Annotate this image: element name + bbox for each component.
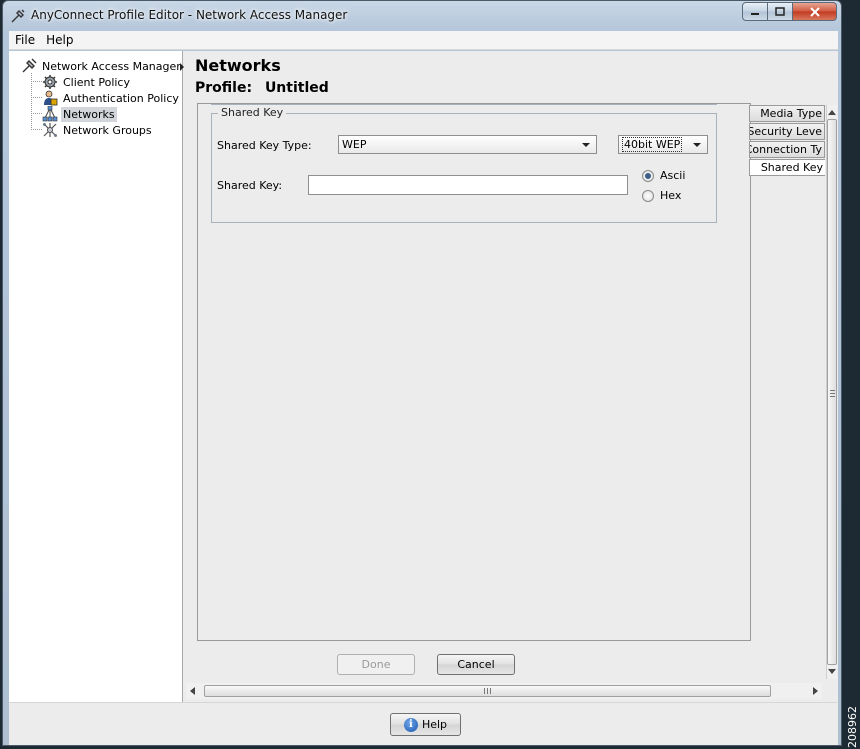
profile-heading: Profile: Untitled <box>195 80 329 96</box>
tree-item-networks[interactable]: Networks <box>42 106 117 122</box>
tree-connector <box>31 129 42 130</box>
info-icon: i <box>403 717 418 732</box>
tab-security-level[interactable]: Security Leve <box>749 123 825 140</box>
editor-pane: Networks Profile: Untitled Shared Key Sh… <box>184 51 838 702</box>
hex-radio[interactable]: Hex <box>642 189 681 202</box>
tree-item-authentication-policy[interactable]: Authentication Policy <box>42 90 181 106</box>
shared-key-type-dropdown[interactable]: WEP <box>338 135 597 154</box>
window-controls <box>742 2 837 21</box>
scroll-left-icon[interactable] <box>190 687 195 695</box>
menu-help[interactable]: Help <box>41 33 78 47</box>
close-icon <box>809 6 820 17</box>
gear-icon <box>43 75 57 89</box>
title-bar[interactable]: AnyConnect Profile Editor - Network Acce… <box>3 1 841 30</box>
ascii-label: Ascii <box>660 169 686 182</box>
config-tabs: Media Type Security Leve Connection Ty S… <box>749 105 825 176</box>
horizontal-scrollbar[interactable] <box>186 683 822 699</box>
shared-key-group-title: Shared Key <box>218 106 287 119</box>
network-plug-icon <box>22 58 37 73</box>
network-plug-icon <box>11 9 25 23</box>
window-title: AnyConnect Profile Editor - Network Acce… <box>31 8 348 22</box>
tree-item-network-access-manager[interactable]: Network Access Manager <box>21 58 183 74</box>
shared-key-type-label: Shared Key Type: <box>217 139 312 152</box>
tab-shared-key[interactable]: Shared Key <box>749 159 825 176</box>
profile-name: Untitled <box>264 80 329 96</box>
tree-item-client-policy[interactable]: Client Policy <box>42 74 132 90</box>
vertical-scrollbar[interactable] <box>826 105 837 679</box>
chevron-down-icon <box>693 143 701 147</box>
shared-key-panel: Shared Key Shared Key Type: WEP 40bit WE… <box>197 103 751 641</box>
chevron-down-icon <box>582 143 590 147</box>
navigation-tree: Network Access Manager Client Policy Aut… <box>9 51 183 702</box>
hex-label: Hex <box>660 189 682 202</box>
radio-selected-icon <box>642 169 654 182</box>
grip-line <box>830 390 835 391</box>
done-button[interactable]: Done <box>337 654 415 675</box>
tree-item-label: Network Groups <box>63 123 152 137</box>
tree-item-label: Network Access Manager <box>42 59 181 73</box>
close-button[interactable] <box>793 2 837 21</box>
client-area: Network Access Manager Client Policy Aut… <box>9 51 838 745</box>
menu-bar: File Help <box>9 31 838 50</box>
tree-item-label: Authentication Policy <box>63 91 179 105</box>
shared-key-label: Shared Key: <box>217 179 283 192</box>
radio-unselected-icon <box>642 189 654 202</box>
ascii-radio[interactable]: Ascii <box>642 169 685 182</box>
minimize-button[interactable] <box>742 2 768 21</box>
tab-media-type[interactable]: Media Type <box>749 105 825 122</box>
grip-line <box>490 688 491 694</box>
page-title: Networks <box>195 56 281 75</box>
grip-line <box>487 688 488 694</box>
shared-key-type-value: WEP <box>342 138 367 151</box>
wep-length-value: 40bit WEP <box>622 137 683 152</box>
profile-label: Profile: <box>195 80 253 96</box>
maximize-button[interactable] <box>768 2 793 21</box>
wep-length-dropdown[interactable]: 40bit WEP <box>618 135 708 154</box>
scroll-right-icon[interactable] <box>813 687 818 695</box>
tree-connector <box>31 81 42 82</box>
minimize-icon <box>751 12 759 15</box>
scroll-down-icon[interactable] <box>828 669 836 674</box>
fieldset-top-border <box>211 104 717 105</box>
menu-file[interactable]: File <box>10 33 40 47</box>
grip-line <box>830 393 835 394</box>
user-lock-icon <box>44 90 58 106</box>
maximize-icon <box>775 6 785 16</box>
vertical-scroll-thumb[interactable] <box>827 119 837 665</box>
shared-key-input[interactable] <box>308 175 628 195</box>
tree-item-label: Client Policy <box>63 75 130 89</box>
bottom-bar: i Help <box>9 702 838 745</box>
tree-connector <box>31 113 42 114</box>
horizontal-scroll-thumb[interactable] <box>204 685 771 697</box>
scroll-up-icon[interactable] <box>828 110 836 115</box>
grip-line <box>830 396 835 397</box>
tree-connector <box>31 97 42 98</box>
shared-key-group <box>211 113 717 223</box>
figure-number: 208962 <box>846 706 859 748</box>
network-nodes-icon <box>42 106 58 122</box>
app-window: AnyConnect Profile Editor - Network Acce… <box>2 0 842 746</box>
help-button-label: Help <box>421 718 448 731</box>
tree-item-network-groups[interactable]: Network Groups <box>42 122 154 138</box>
tab-connection-type[interactable]: Connection Ty <box>749 141 825 158</box>
cancel-button[interactable]: Cancel <box>437 654 515 675</box>
help-button[interactable]: i Help <box>390 713 461 736</box>
network-groups-icon <box>43 123 57 137</box>
grip-line <box>484 688 485 694</box>
tree-item-label: Networks <box>61 106 117 122</box>
